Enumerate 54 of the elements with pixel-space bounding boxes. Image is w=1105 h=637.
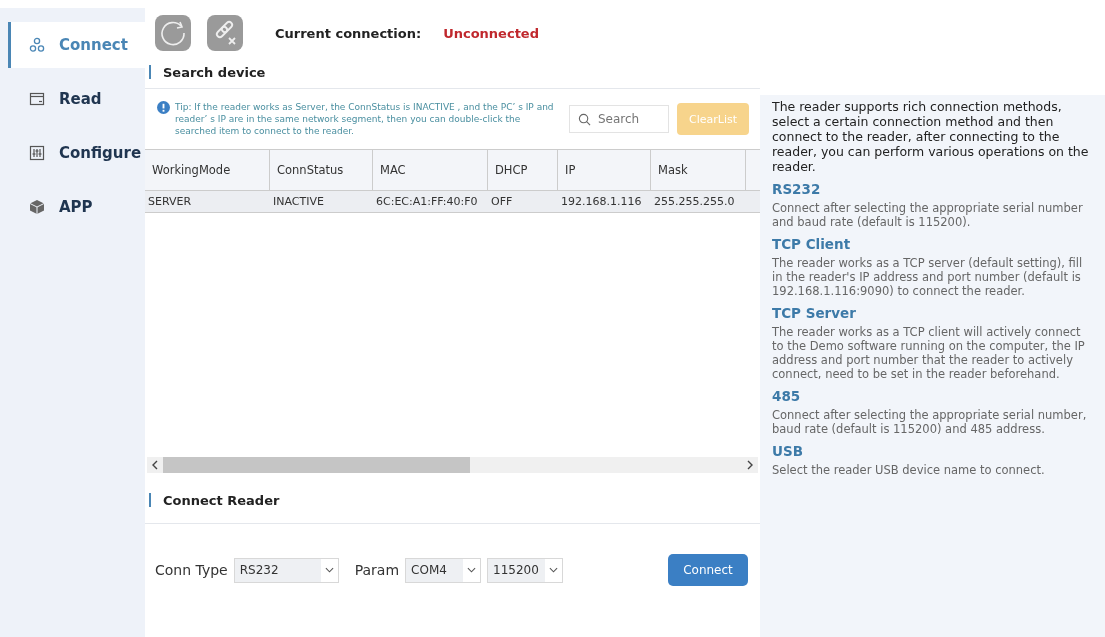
section-heading: Connect Reader xyxy=(163,492,280,508)
help-text: The reader works as a TCP client will actively connect to the Demo software running on the computer, the IP address and port number that the reader to actively connect, need to be set in the reader beforehand. xyxy=(772,325,1086,381)
chevron-down-icon xyxy=(467,567,477,573)
connect-button[interactable]: Connect xyxy=(668,554,748,586)
column-header[interactable]: ConnStatus xyxy=(270,150,373,190)
param-label: Param xyxy=(354,562,400,578)
connection-label: Current connection: xyxy=(275,25,422,41)
tip-text: Tip: If the reader works as Server, the ConnStatus is INACTIVE , and the PC’ s IP and reader’ s IP are in the same network segment, then you can double-click the searched item to connect to the reader. xyxy=(175,101,555,137)
port-dropdown[interactable]: COM4 xyxy=(405,557,482,583)
restart-button[interactable] xyxy=(155,15,191,51)
help-title: TCP Client xyxy=(772,237,852,252)
info-icon xyxy=(157,101,170,114)
column-header[interactable]: IP xyxy=(558,150,651,190)
search-field[interactable]: Search xyxy=(569,105,669,133)
conn-type-dropdown[interactable]: RS232 xyxy=(233,557,339,583)
help-title: RS232 xyxy=(772,182,822,197)
sidebar-item[interactable]: Connect xyxy=(8,22,145,68)
chevron-down-icon xyxy=(324,567,334,573)
column-header[interactable]: DHCP xyxy=(488,150,558,190)
column-header[interactable]: MAC xyxy=(373,150,488,190)
table-cell-text: SERVER xyxy=(147,194,193,210)
chevron-down-icon xyxy=(549,567,559,573)
help-title: USB xyxy=(772,444,804,459)
help-text: Connect after selecting the appropriate serial number, baud rate (default is 115200) and 485 address. xyxy=(772,408,1088,436)
table-cell-text: INACTIVE xyxy=(272,194,325,210)
sidebar-item[interactable]: Configure xyxy=(8,130,145,176)
help-title: 485 xyxy=(772,389,802,404)
column-header[interactable]: Mask xyxy=(651,150,746,190)
help-text: Connect after selecting the appropriate serial number and baud rate (default is 115200). xyxy=(772,201,1084,229)
card-icon xyxy=(29,91,45,107)
section-heading: Search device xyxy=(163,64,266,80)
table-cell-text: OFF xyxy=(490,194,514,210)
disconnect-button[interactable] xyxy=(207,15,243,51)
baud-rate-dropdown[interactable]: 115200 xyxy=(487,557,564,583)
help-text: The reader works as a TCP server (default setting), fill in the reader's IP address and port number (default is 192.168.1.116:9090) to connect the reader. xyxy=(772,256,1084,298)
nodes-icon xyxy=(29,37,45,53)
sidebar-item[interactable]: APP xyxy=(8,184,145,230)
search-icon xyxy=(578,113,591,126)
scroll-left-icon[interactable] xyxy=(151,460,159,470)
help-intro: The reader supports rich connection methods, select a certain connection method and then connect to the reader, after connecting to the reader, you can perform various operations on the reader. xyxy=(772,99,1090,174)
horizontal-scrollbar[interactable] xyxy=(147,457,758,473)
table-cell-text: 192.168.1.116 xyxy=(560,194,643,210)
sidebar-item[interactable]: Read xyxy=(8,76,145,122)
help-text: Select the reader USB device name to connect. xyxy=(772,463,1046,477)
table-cell-text: 255.255.255.0 xyxy=(653,194,736,210)
help-title: TCP Server xyxy=(772,306,857,321)
table-row[interactable]: SERVER INACTIVE 6C:EC:A1:FF:40:F0 OFF 192.168.1.116 255.255.255.0 xyxy=(145,191,760,213)
table-cell-text: 6C:EC:A1:FF:40:F0 xyxy=(375,194,479,210)
scroll-right-icon[interactable] xyxy=(746,460,754,470)
connection-status: Unconnected xyxy=(443,25,539,41)
column-header[interactable]: WorkingMode xyxy=(145,150,270,190)
sliders-icon xyxy=(29,145,45,161)
conn-type-label: Conn Type xyxy=(155,562,228,578)
cube-icon xyxy=(29,199,45,215)
